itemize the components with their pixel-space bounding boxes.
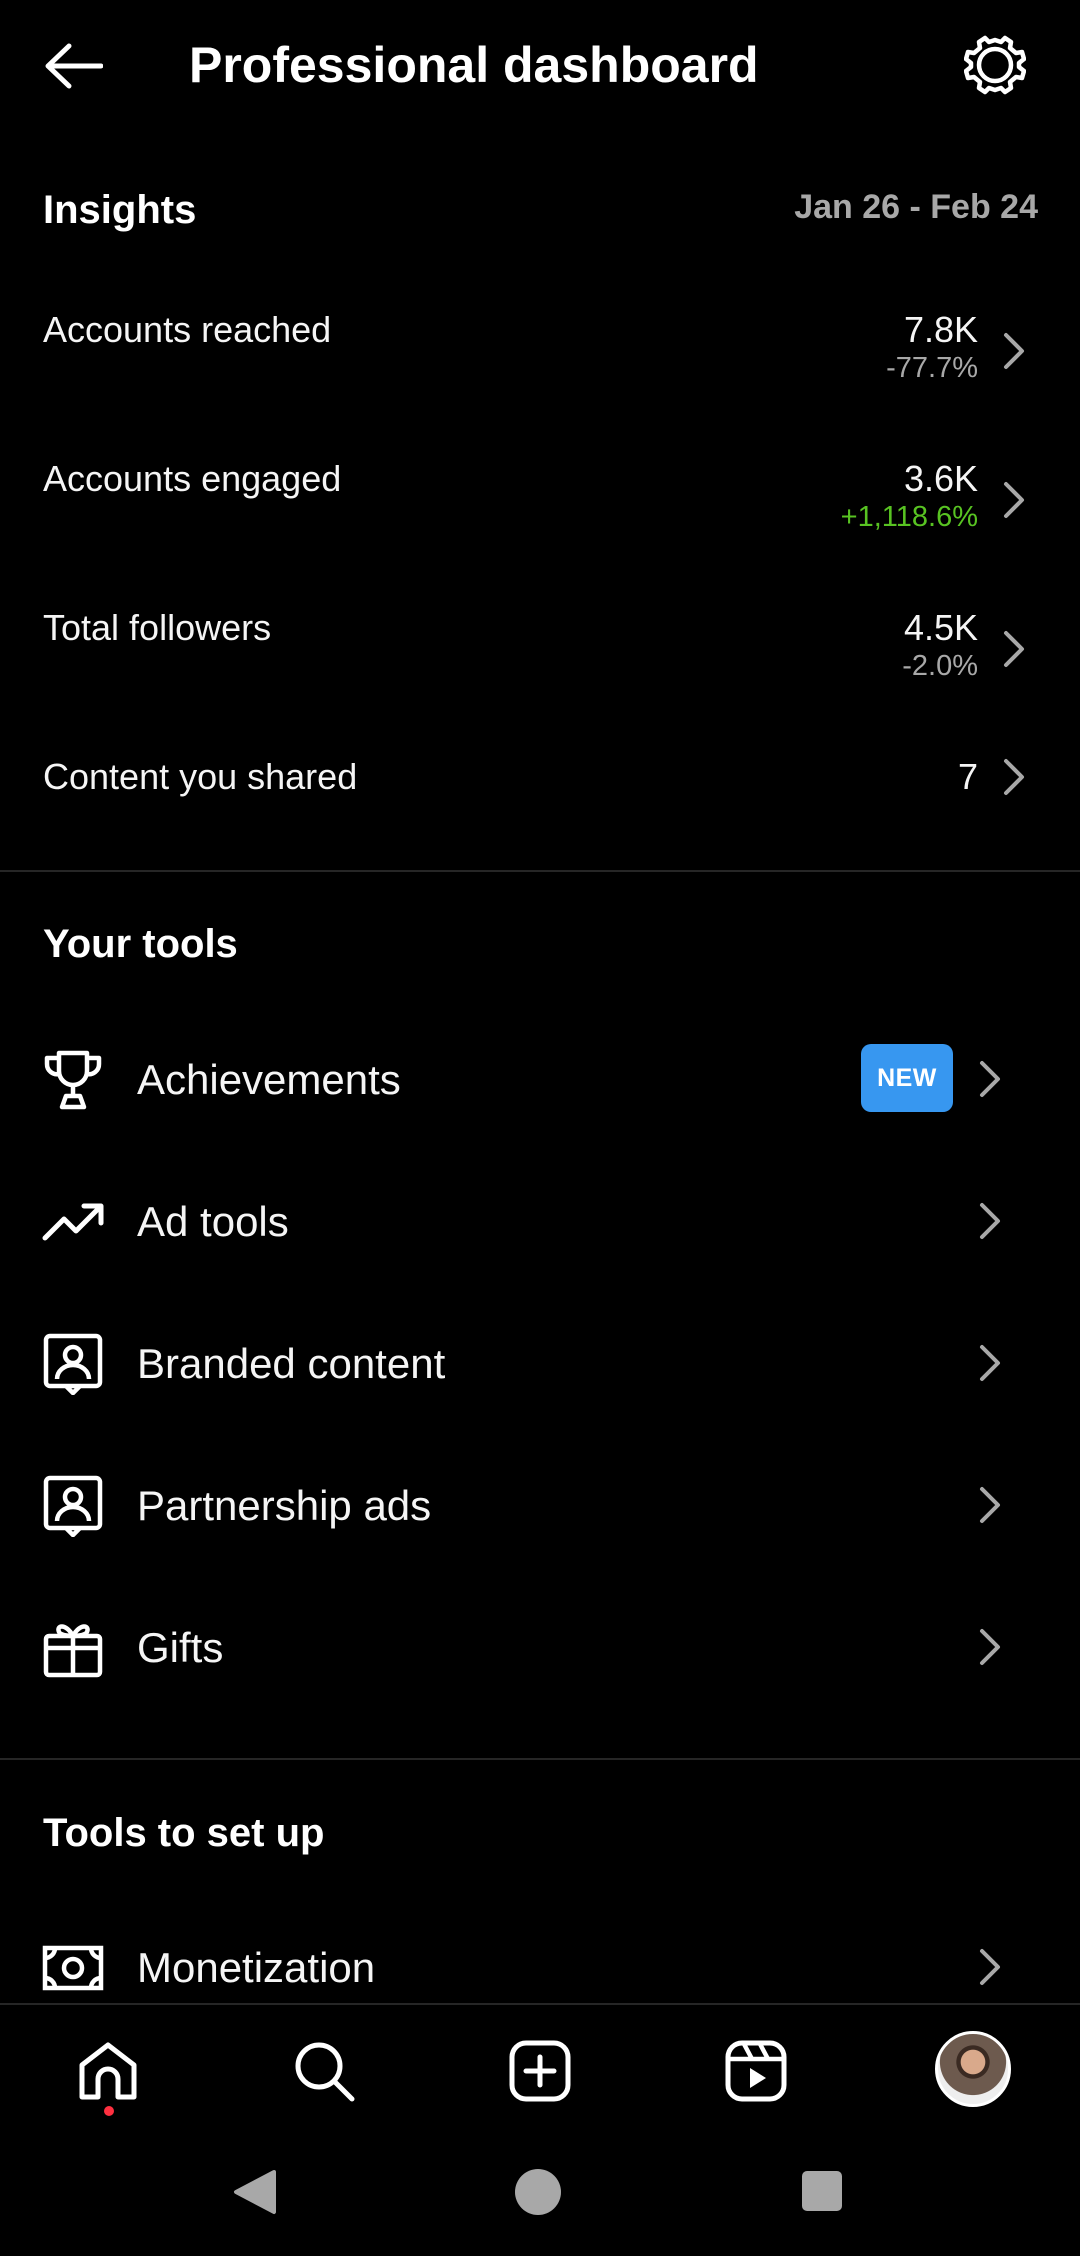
bottom-nav-bar: [0, 2003, 1080, 2135]
money-icon: [40, 1935, 106, 2001]
tool-label: Partnership ads: [137, 1482, 432, 1529]
trophy-icon: [40, 1047, 106, 1113]
date-range[interactable]: Jan 26 - Feb 24: [794, 182, 1038, 232]
page-title: Professional dashboard: [189, 37, 759, 93]
chevron-right-icon: [980, 1345, 1000, 1381]
tool-row-ad-tools[interactable]: Ad tools: [0, 1157, 1080, 1287]
trending-up-icon: [40, 1189, 106, 1255]
metric-row-total-followers[interactable]: Total followers 4.5K -2.0%: [0, 598, 1080, 738]
header-bar: Professional dashboard: [0, 0, 1080, 130]
tool-row-achievements[interactable]: Achievements NEW: [0, 1015, 1080, 1145]
tool-label: Achievements: [137, 1056, 401, 1103]
home-icon: [79, 2042, 137, 2100]
metric-row-accounts-engaged[interactable]: Accounts engaged 3.6K +1,118.6%: [0, 449, 1080, 589]
chevron-right-icon: [980, 1949, 1000, 1985]
chevron-right-icon: [1004, 333, 1024, 369]
metric-label: Accounts engaged: [43, 458, 342, 499]
nav-create-button[interactable]: [500, 2031, 580, 2111]
back-button[interactable]: [38, 36, 108, 96]
chevron-right-icon: [980, 1061, 1000, 1097]
tool-row-branded-content[interactable]: Branded content: [0, 1299, 1080, 1429]
nav-reels-button[interactable]: [716, 2031, 796, 2111]
metric-row-accounts-reached[interactable]: Accounts reached 7.8K -77.7%: [0, 300, 1080, 440]
metric-label: Content you shared: [43, 756, 358, 797]
reels-icon: [725, 2040, 787, 2102]
tool-label: Branded content: [137, 1340, 446, 1387]
chevron-right-icon: [980, 1629, 1000, 1665]
tool-row-monetization[interactable]: Monetization: [0, 1903, 1080, 2003]
nav-search-button[interactable]: [284, 2031, 364, 2111]
system-home-icon[interactable]: [514, 2168, 562, 2216]
chevron-right-icon: [980, 1487, 1000, 1523]
chevron-right-icon: [1004, 482, 1024, 518]
settings-button[interactable]: [960, 30, 1030, 100]
gear-icon: [964, 35, 1026, 95]
tool-label: Ad tools: [137, 1198, 289, 1245]
gift-icon: [40, 1615, 106, 1681]
partnership-ads-icon: [40, 1473, 106, 1539]
chevron-right-icon: [1004, 759, 1024, 795]
section-divider: [0, 1758, 1080, 1760]
section-divider: [0, 870, 1080, 872]
metric-change: -77.7%: [886, 352, 978, 384]
new-badge: NEW: [861, 1044, 953, 1112]
metric-change: +1,118.6%: [840, 501, 978, 533]
branded-content-icon: [40, 1331, 106, 1397]
system-back-icon[interactable]: [232, 2168, 278, 2216]
chevron-right-icon: [980, 1203, 1000, 1239]
system-nav-bar: [0, 2133, 1080, 2256]
chevron-right-icon: [1004, 631, 1024, 667]
tools-to-set-up-heading: Tools to set up: [43, 1811, 325, 1855]
metric-value: 7: [957, 756, 978, 797]
notification-dot: [104, 2106, 114, 2116]
metric-label: Total followers: [43, 607, 272, 648]
tool-label: Gifts: [137, 1624, 224, 1671]
profile-avatar[interactable]: [935, 2031, 1011, 2107]
metric-row-content-shared[interactable]: Content you shared 7: [0, 747, 1080, 847]
back-arrow-icon: [45, 43, 103, 89]
your-tools-heading: Your tools: [43, 922, 238, 966]
nav-home-button[interactable]: [68, 2031, 148, 2111]
tool-row-gifts[interactable]: Gifts: [0, 1583, 1080, 1713]
metric-change: -2.0%: [902, 650, 978, 682]
tool-row-partnership-ads[interactable]: Partnership ads: [0, 1441, 1080, 1571]
tool-label: Monetization: [137, 1944, 376, 1991]
create-icon: [509, 2040, 571, 2102]
system-recents-icon[interactable]: [801, 2170, 843, 2212]
metric-label: Accounts reached: [43, 309, 332, 350]
search-icon: [295, 2042, 355, 2102]
insights-heading: Insights: [43, 188, 197, 232]
